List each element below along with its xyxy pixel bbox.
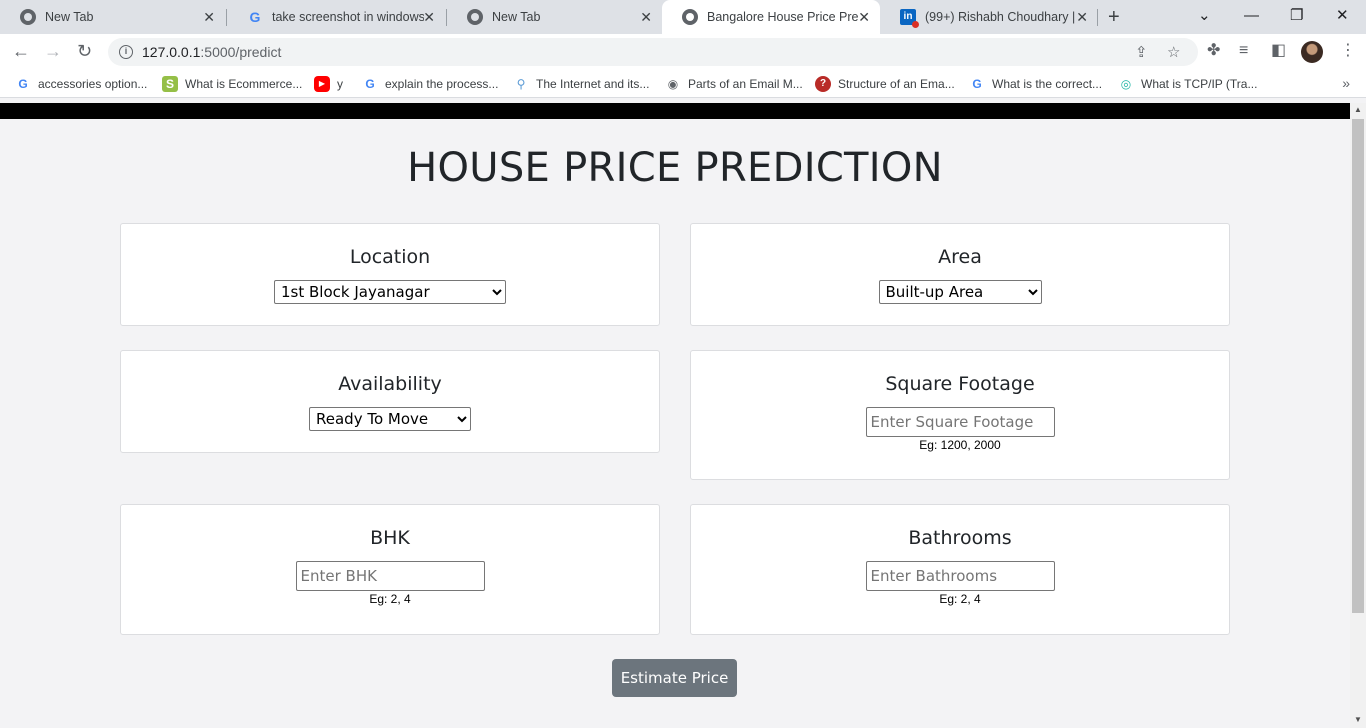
area-card: Area Built-up Area xyxy=(690,223,1230,326)
tab-house-price[interactable]: Bangalore House Price Predi ✕ xyxy=(662,0,880,34)
tab-search-chevron-icon[interactable]: ⌄ xyxy=(1198,6,1211,26)
close-icon[interactable]: ✕ xyxy=(203,9,215,25)
bathrooms-label: Bathrooms xyxy=(908,527,1012,549)
bookmark-item[interactable]: ▶ y xyxy=(314,76,343,92)
bathrooms-hint: Eg: 2, 4 xyxy=(939,592,981,606)
forward-button[interactable]: → xyxy=(44,41,62,61)
bathrooms-card: Bathrooms Eg: 2, 4 xyxy=(690,504,1230,635)
sqft-hint: Eg: 1200, 2000 xyxy=(919,438,1001,452)
tab-separator xyxy=(1097,9,1098,26)
bookmark-star-icon[interactable]: ☆ xyxy=(1167,43,1180,61)
close-icon[interactable]: ✕ xyxy=(858,9,870,25)
chrome-icon xyxy=(467,9,483,25)
location-card: Location 1st Block Jayanagar xyxy=(120,223,660,326)
google-icon: G xyxy=(249,9,261,25)
bookmark-label: Structure of an Ema... xyxy=(838,77,955,91)
tab-strip: New Tab ✕ G take screenshot in windows 1… xyxy=(0,0,1366,34)
new-tab-button[interactable]: + xyxy=(1108,6,1120,28)
media-control-icon[interactable]: ≡ xyxy=(1239,42,1248,60)
bookmark-item[interactable]: ⚲ The Internet and its... xyxy=(513,76,650,92)
page-scrollbar[interactable]: ▲ ▼ xyxy=(1350,103,1366,728)
close-icon[interactable]: ✕ xyxy=(423,9,435,25)
google-icon: G xyxy=(18,77,28,91)
bookmarks-overflow-icon[interactable]: » xyxy=(1342,75,1350,91)
browser-toolbar: ← → ↻ i 127.0.0.1:5000/predict ⇪ ☆ ✤ ≡ ◧… xyxy=(0,34,1366,70)
page-content: HOUSE PRICE PREDICTION Location 1st Bloc… xyxy=(0,103,1350,728)
close-icon[interactable]: ✕ xyxy=(640,9,652,25)
bhk-hint: Eg: 2, 4 xyxy=(369,592,411,606)
bookmark-label: Parts of an Email M... xyxy=(688,77,803,91)
google-icon: G xyxy=(972,77,982,91)
scroll-up-icon[interactable]: ▲ xyxy=(1354,105,1362,114)
network-icon: ⚲ xyxy=(516,77,526,91)
quora-icon: ? xyxy=(815,76,831,92)
bookmark-item[interactable]: G explain the process... xyxy=(362,76,498,92)
shopify-icon: S xyxy=(162,76,178,92)
bookmark-item[interactable]: ◉ Parts of an Email M... xyxy=(665,76,803,92)
linkedin-icon: in xyxy=(900,9,919,28)
bookmark-label: explain the process... xyxy=(385,77,499,91)
bookmark-item[interactable]: ? Structure of an Ema... xyxy=(815,76,955,92)
minimize-button[interactable]: — xyxy=(1244,6,1259,26)
side-panel-icon[interactable]: ◧ xyxy=(1271,42,1286,60)
bookmark-label: The Internet and its... xyxy=(536,77,650,91)
chrome-icon xyxy=(20,9,36,25)
tab-linkedin[interactable]: in (99+) Rishabh Choudhary | Li ✕ xyxy=(880,0,1098,34)
extensions-icon[interactable]: ✤ xyxy=(1207,42,1220,60)
reload-button[interactable]: ↻ xyxy=(77,41,92,61)
bookmark-item[interactable]: S What is Ecommerce... xyxy=(162,76,302,92)
page-top-bar xyxy=(0,103,1350,119)
bookmark-label: What is TCP/IP (Tra... xyxy=(1141,77,1258,91)
globe-icon xyxy=(682,9,698,25)
close-icon[interactable]: ✕ xyxy=(1076,9,1088,25)
sqft-label: Square Footage xyxy=(885,373,1035,395)
share-icon[interactable]: ⇪ xyxy=(1135,43,1148,61)
tab-title: take screenshot in windows 1 xyxy=(272,10,424,24)
restore-button[interactable]: ❐ xyxy=(1290,6,1303,26)
bookmark-item[interactable]: G accessories option... xyxy=(15,76,147,92)
bookmark-label: y xyxy=(337,77,343,91)
location-label: Location xyxy=(349,246,431,268)
tab-new-tab-1[interactable]: New Tab ✕ xyxy=(0,0,225,34)
bookmark-item[interactable]: ◎ What is TCP/IP (Tra... xyxy=(1118,76,1258,92)
sqft-card: Square Footage Eg: 1200, 2000 xyxy=(690,350,1230,480)
availability-label: Availability xyxy=(338,373,442,395)
bookmark-item[interactable]: G What is the correct... xyxy=(969,76,1102,92)
estimate-price-button[interactable]: Estimate Price xyxy=(612,659,737,697)
tab-new-tab-2[interactable]: New Tab ✕ xyxy=(447,0,662,34)
google-icon: G xyxy=(365,77,375,91)
url-text[interactable]: 127.0.0.1:5000/predict xyxy=(142,44,281,60)
bookmarks-bar: G accessories option... S What is Ecomme… xyxy=(0,70,1366,98)
bookmark-label: What is the correct... xyxy=(992,77,1103,91)
eye-icon: ◎ xyxy=(1120,77,1132,91)
availability-select[interactable]: Ready To Move xyxy=(309,407,471,431)
availability-card: Availability Ready To Move xyxy=(120,350,660,453)
globe-icon: ◉ xyxy=(667,77,679,91)
menu-icon[interactable]: ⋮ xyxy=(1340,42,1356,60)
tab-screenshot-search[interactable]: G take screenshot in windows 1 ✕ xyxy=(227,0,445,34)
avatar[interactable] xyxy=(1301,41,1323,63)
page-title: HOUSE PRICE PREDICTION xyxy=(407,145,943,191)
bhk-input[interactable] xyxy=(295,561,485,591)
back-button[interactable]: ← xyxy=(12,41,30,61)
area-select[interactable]: Built-up Area xyxy=(878,280,1042,304)
bookmark-label: What is Ecommerce... xyxy=(185,77,303,91)
bathrooms-input[interactable] xyxy=(865,561,1055,591)
site-info-icon[interactable]: i xyxy=(119,45,133,59)
sqft-input[interactable] xyxy=(865,407,1055,437)
tab-title: New Tab xyxy=(45,10,94,24)
youtube-icon: ▶ xyxy=(314,76,330,92)
window-close-button[interactable]: ✕ xyxy=(1336,6,1349,26)
scroll-thumb[interactable] xyxy=(1352,119,1364,613)
address-bar[interactable]: i 127.0.0.1:5000/predict ⇪ ☆ xyxy=(108,38,1198,66)
bhk-label: BHK xyxy=(370,527,410,549)
bookmark-label: accessories option... xyxy=(38,77,148,91)
tab-title: (99+) Rishabh Choudhary | Li xyxy=(925,10,1077,24)
scroll-down-icon[interactable]: ▼ xyxy=(1354,715,1362,724)
location-select[interactable]: 1st Block Jayanagar xyxy=(274,280,506,304)
area-label: Area xyxy=(938,246,982,268)
bhk-card: BHK Eg: 2, 4 xyxy=(120,504,660,635)
tab-title: Bangalore House Price Predi xyxy=(707,10,859,24)
tab-title: New Tab xyxy=(492,10,541,24)
